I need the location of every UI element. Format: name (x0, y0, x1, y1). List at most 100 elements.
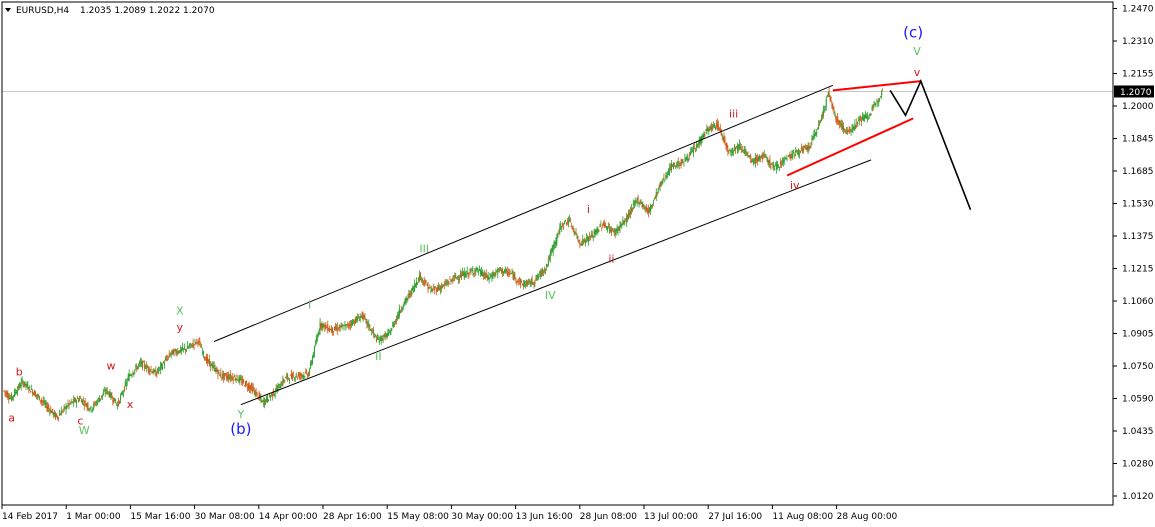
candle-body (477, 268, 479, 271)
candle-body (413, 286, 415, 292)
candle-body (319, 321, 321, 331)
candle-body (56, 413, 58, 417)
candle-body (44, 403, 46, 405)
candle-body (711, 126, 713, 131)
candle-body (659, 183, 661, 187)
candle-body (215, 369, 217, 372)
candle-body (467, 273, 469, 276)
candle-body (250, 384, 252, 388)
candle-body (212, 365, 214, 368)
candle-body (790, 155, 792, 159)
candle-body (385, 334, 387, 336)
wave-label: y (176, 321, 183, 334)
candle-body (150, 369, 152, 371)
candle-body (546, 264, 548, 266)
candle-body (357, 316, 359, 319)
candle-body (738, 143, 740, 149)
candle-body (173, 350, 175, 356)
candle-body (162, 362, 164, 364)
candle-body (196, 339, 198, 341)
candle-body (446, 282, 448, 284)
candle-body (21, 379, 23, 381)
candle-body (472, 270, 474, 274)
candle-body (270, 393, 272, 396)
candle-body (621, 224, 623, 226)
candle-body (267, 396, 269, 402)
symbol-timeframe: EURUSD,H4 (16, 6, 69, 16)
candle-body (782, 159, 784, 164)
candle-body (382, 338, 384, 341)
candle-body (858, 119, 860, 121)
candle-body (416, 281, 418, 286)
candle-body (15, 391, 17, 394)
candle-body (122, 391, 124, 394)
candle-body (335, 328, 337, 330)
candle-body (115, 401, 117, 403)
x-tick-label: 14 Feb 2017 (2, 512, 58, 522)
candle-body (48, 407, 50, 410)
y-tick-label: 1.0435 (1122, 427, 1154, 437)
candle-body (6, 392, 8, 397)
candle-body (282, 378, 284, 385)
candle-body (745, 151, 747, 153)
price-chart[interactable]: abcWwxXyY(b)IIIIIIIViiiiiiiv(c)Vv 1.2470… (0, 0, 1155, 527)
candle-body (835, 116, 837, 121)
candle-body (132, 373, 134, 375)
candle-body (528, 279, 530, 281)
candle-body (226, 376, 228, 378)
candle-body (327, 324, 329, 331)
candle-body (773, 164, 775, 167)
candle-body (509, 272, 511, 274)
candle-body (108, 393, 110, 397)
candle-body (360, 315, 362, 317)
candle-body (815, 132, 817, 136)
candle-body (788, 155, 790, 157)
candle-body (367, 323, 369, 325)
candle-body (256, 392, 258, 394)
candle-body (151, 371, 153, 374)
candle-body (610, 229, 612, 233)
candle-body (341, 325, 343, 328)
candle-body (486, 276, 488, 277)
candle-body (622, 220, 624, 224)
candle-body (460, 274, 462, 278)
candle-body (880, 96, 882, 97)
candle-body (810, 142, 812, 145)
candle-body (525, 281, 527, 284)
candle-body (19, 386, 21, 388)
candle-body (393, 322, 395, 328)
candle-body (102, 392, 104, 396)
candle-body (236, 374, 238, 380)
candle-body (409, 293, 411, 295)
candle-body (623, 221, 625, 224)
candle-body (186, 345, 188, 349)
candle-body (569, 219, 571, 221)
candle-body (140, 361, 142, 364)
candle-body (130, 375, 132, 376)
candle-body (425, 280, 427, 283)
candle-body (268, 399, 270, 402)
candle-body (714, 127, 716, 130)
candle-body (753, 160, 755, 165)
candle-body (555, 238, 557, 245)
candle-body (84, 400, 86, 403)
candle-body (187, 347, 189, 349)
candle-body (798, 148, 800, 155)
candle-body (52, 409, 54, 413)
candle-body (789, 153, 791, 158)
candle-body (543, 272, 545, 274)
candle-body (794, 154, 796, 157)
candle-body (310, 362, 312, 367)
candle-body (590, 234, 592, 237)
candle-body (27, 385, 29, 389)
candle-body (293, 378, 295, 380)
candle-body (418, 274, 420, 281)
candle-body (578, 240, 580, 241)
candle-body (524, 284, 526, 286)
candle-body (588, 235, 590, 238)
candle-body (311, 357, 313, 364)
candle-body (163, 363, 165, 366)
candle-body (492, 273, 494, 279)
candle-body (520, 278, 522, 285)
candle-body (400, 309, 402, 311)
